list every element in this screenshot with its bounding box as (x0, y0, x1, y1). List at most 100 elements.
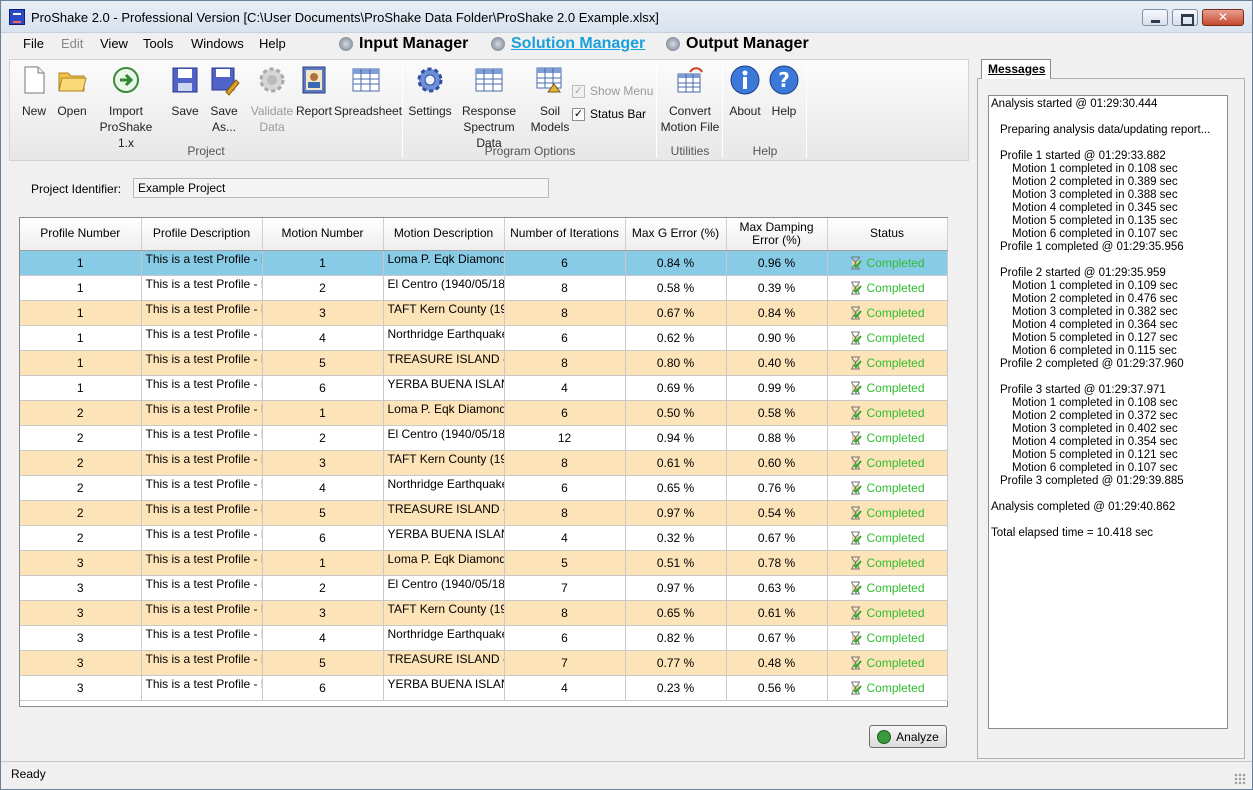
profile-description-cell[interactable]: This is a test Profile - P (141, 650, 263, 676)
status-cell[interactable]: Completed (827, 300, 948, 326)
profile-number-cell[interactable]: 2 (20, 425, 142, 451)
motion-number-cell[interactable]: 4 (262, 325, 384, 351)
maximize-button[interactable] (1172, 9, 1198, 26)
iterations-cell[interactable]: 8 (504, 600, 626, 626)
profile-description-cell[interactable]: This is a test Profile - P (141, 425, 263, 451)
motion-description-cell[interactable]: YERBA BUENA ISLAN (383, 375, 505, 401)
max-g-error-cell[interactable]: 0.69 % (625, 375, 727, 401)
new-button[interactable]: New (16, 64, 52, 119)
motion-description-cell[interactable]: TREASURE ISLAND - (383, 650, 505, 676)
max-damping-error-cell[interactable]: 0.78 % (726, 550, 828, 576)
table-row[interactable]: 1 This is a test Profile - P 6 YERBA BUENA … (20, 375, 948, 401)
menu-windows[interactable]: Windows (191, 36, 244, 51)
iterations-cell[interactable]: 4 (504, 525, 626, 551)
soil-models-button[interactable]: Soil Models (530, 64, 570, 135)
spreadsheet-button[interactable]: Spreadsheet (334, 64, 402, 119)
max-g-error-cell[interactable]: 0.32 % (625, 525, 727, 551)
status-cell[interactable]: Completed (827, 400, 948, 426)
settings-button[interactable]: Settings (408, 64, 452, 119)
status-cell[interactable]: Completed (827, 275, 948, 301)
status-cell[interactable]: Completed (827, 475, 948, 501)
max-g-error-cell[interactable]: 0.50 % (625, 400, 727, 426)
profile-description-cell[interactable]: This is a test Profile - P (141, 350, 263, 376)
table-row[interactable]: 2 This is a test Profile - P 3 TAFT Kern Co… (20, 450, 948, 476)
max-damping-error-cell[interactable]: 0.84 % (726, 300, 828, 326)
profile-description-cell[interactable]: This is a test Profile - P (141, 450, 263, 476)
menu-tools[interactable]: Tools (143, 36, 173, 51)
iterations-cell[interactable]: 6 (504, 400, 626, 426)
status-cell[interactable]: Completed (827, 675, 948, 701)
open-button[interactable]: Open (52, 64, 92, 119)
motion-number-cell[interactable]: 1 (262, 550, 384, 576)
profile-description-cell[interactable]: This is a test Profile - P (141, 475, 263, 501)
table-row[interactable]: 2 This is a test Profile - P 5 TREASURE ISL… (20, 500, 948, 526)
max-damping-error-cell[interactable]: 0.90 % (726, 325, 828, 351)
iterations-cell[interactable]: 8 (504, 450, 626, 476)
status-cell[interactable]: Completed (827, 350, 948, 376)
motion-number-cell[interactable]: 5 (262, 500, 384, 526)
max-g-error-cell[interactable]: 0.97 % (625, 575, 727, 601)
table-row[interactable]: 3 This is a test Profile - P 3 TAFT Kern Co… (20, 600, 948, 626)
status-cell[interactable]: Completed (827, 575, 948, 601)
save-as-button[interactable]: Save As... (204, 64, 244, 135)
motion-description-cell[interactable]: YERBA BUENA ISLAN (383, 525, 505, 551)
motion-description-cell[interactable]: Loma P. Eqk Diamond (383, 400, 505, 426)
max-damping-error-cell[interactable]: 0.39 % (726, 275, 828, 301)
max-g-error-cell[interactable]: 0.65 % (625, 475, 727, 501)
status-cell[interactable]: Completed (827, 625, 948, 651)
solution-manager-tab[interactable]: Solution Manager (491, 35, 645, 53)
motion-number-cell[interactable]: 6 (262, 525, 384, 551)
iterations-cell[interactable]: 8 (504, 300, 626, 326)
column-header[interactable]: Max Damping Error (%) (726, 218, 828, 251)
column-header[interactable]: Profile Description (141, 218, 263, 251)
output-manager-tab[interactable]: Output Manager (666, 35, 809, 53)
max-g-error-cell[interactable]: 0.58 % (625, 275, 727, 301)
resize-grip-icon[interactable] (1234, 773, 1246, 785)
motion-number-cell[interactable]: 1 (262, 400, 384, 426)
table-row[interactable]: 2 This is a test Profile - P 4 Northridge E… (20, 475, 948, 501)
column-header[interactable]: Motion Description (383, 218, 505, 251)
results-grid[interactable]: Profile Number Profile Description Motio… (19, 217, 948, 707)
profile-description-cell[interactable]: This is a test Profile - P (141, 400, 263, 426)
max-damping-error-cell[interactable]: 0.88 % (726, 425, 828, 451)
show-menu-checkbox[interactable]: ✓ Show Menu (572, 84, 653, 98)
profile-description-cell[interactable]: This is a test Profile - P (141, 600, 263, 626)
profile-description-cell[interactable]: This is a test Profile - P (141, 300, 263, 326)
motion-description-cell[interactable]: Northridge Earthquake (383, 625, 505, 651)
table-row[interactable]: 2 This is a test Profile - P 6 YERBA BUENA … (20, 525, 948, 551)
motion-description-cell[interactable]: Northridge Earthquake (383, 475, 505, 501)
status-cell[interactable]: Completed (827, 425, 948, 451)
profile-number-cell[interactable]: 3 (20, 650, 142, 676)
max-g-error-cell[interactable]: 0.62 % (625, 325, 727, 351)
profile-description-cell[interactable]: This is a test Profile - P (141, 550, 263, 576)
max-damping-error-cell[interactable]: 0.96 % (726, 250, 828, 276)
menu-view[interactable]: View (100, 36, 128, 51)
profile-number-cell[interactable]: 2 (20, 450, 142, 476)
iterations-cell[interactable]: 7 (504, 575, 626, 601)
profile-number-cell[interactable]: 3 (20, 600, 142, 626)
max-damping-error-cell[interactable]: 0.99 % (726, 375, 828, 401)
motion-number-cell[interactable]: 3 (262, 450, 384, 476)
max-g-error-cell[interactable]: 0.77 % (625, 650, 727, 676)
motion-number-cell[interactable]: 3 (262, 600, 384, 626)
max-damping-error-cell[interactable]: 0.67 % (726, 625, 828, 651)
table-row[interactable]: 3 This is a test Profile - P 1 Loma P. Eqk … (20, 550, 948, 576)
profile-number-cell[interactable]: 1 (20, 375, 142, 401)
table-row[interactable]: 1 This is a test Profile - P 2 El Centro (1… (20, 275, 948, 301)
profile-number-cell[interactable]: 3 (20, 675, 142, 701)
input-manager-tab[interactable]: Input Manager (339, 35, 468, 53)
analyze-button[interactable]: Analyze (869, 725, 947, 748)
iterations-cell[interactable]: 5 (504, 550, 626, 576)
iterations-cell[interactable]: 6 (504, 475, 626, 501)
profile-number-cell[interactable]: 2 (20, 400, 142, 426)
motion-number-cell[interactable]: 6 (262, 675, 384, 701)
max-damping-error-cell[interactable]: 0.48 % (726, 650, 828, 676)
iterations-cell[interactable]: 6 (504, 250, 626, 276)
motion-number-cell[interactable]: 2 (262, 575, 384, 601)
table-row[interactable]: 3 This is a test Profile - P 4 Northridge E… (20, 625, 948, 651)
motion-description-cell[interactable]: TAFT Kern County (19 (383, 450, 505, 476)
iterations-cell[interactable]: 7 (504, 650, 626, 676)
iterations-cell[interactable]: 4 (504, 375, 626, 401)
status-cell[interactable]: Completed (827, 500, 948, 526)
max-damping-error-cell[interactable]: 0.63 % (726, 575, 828, 601)
